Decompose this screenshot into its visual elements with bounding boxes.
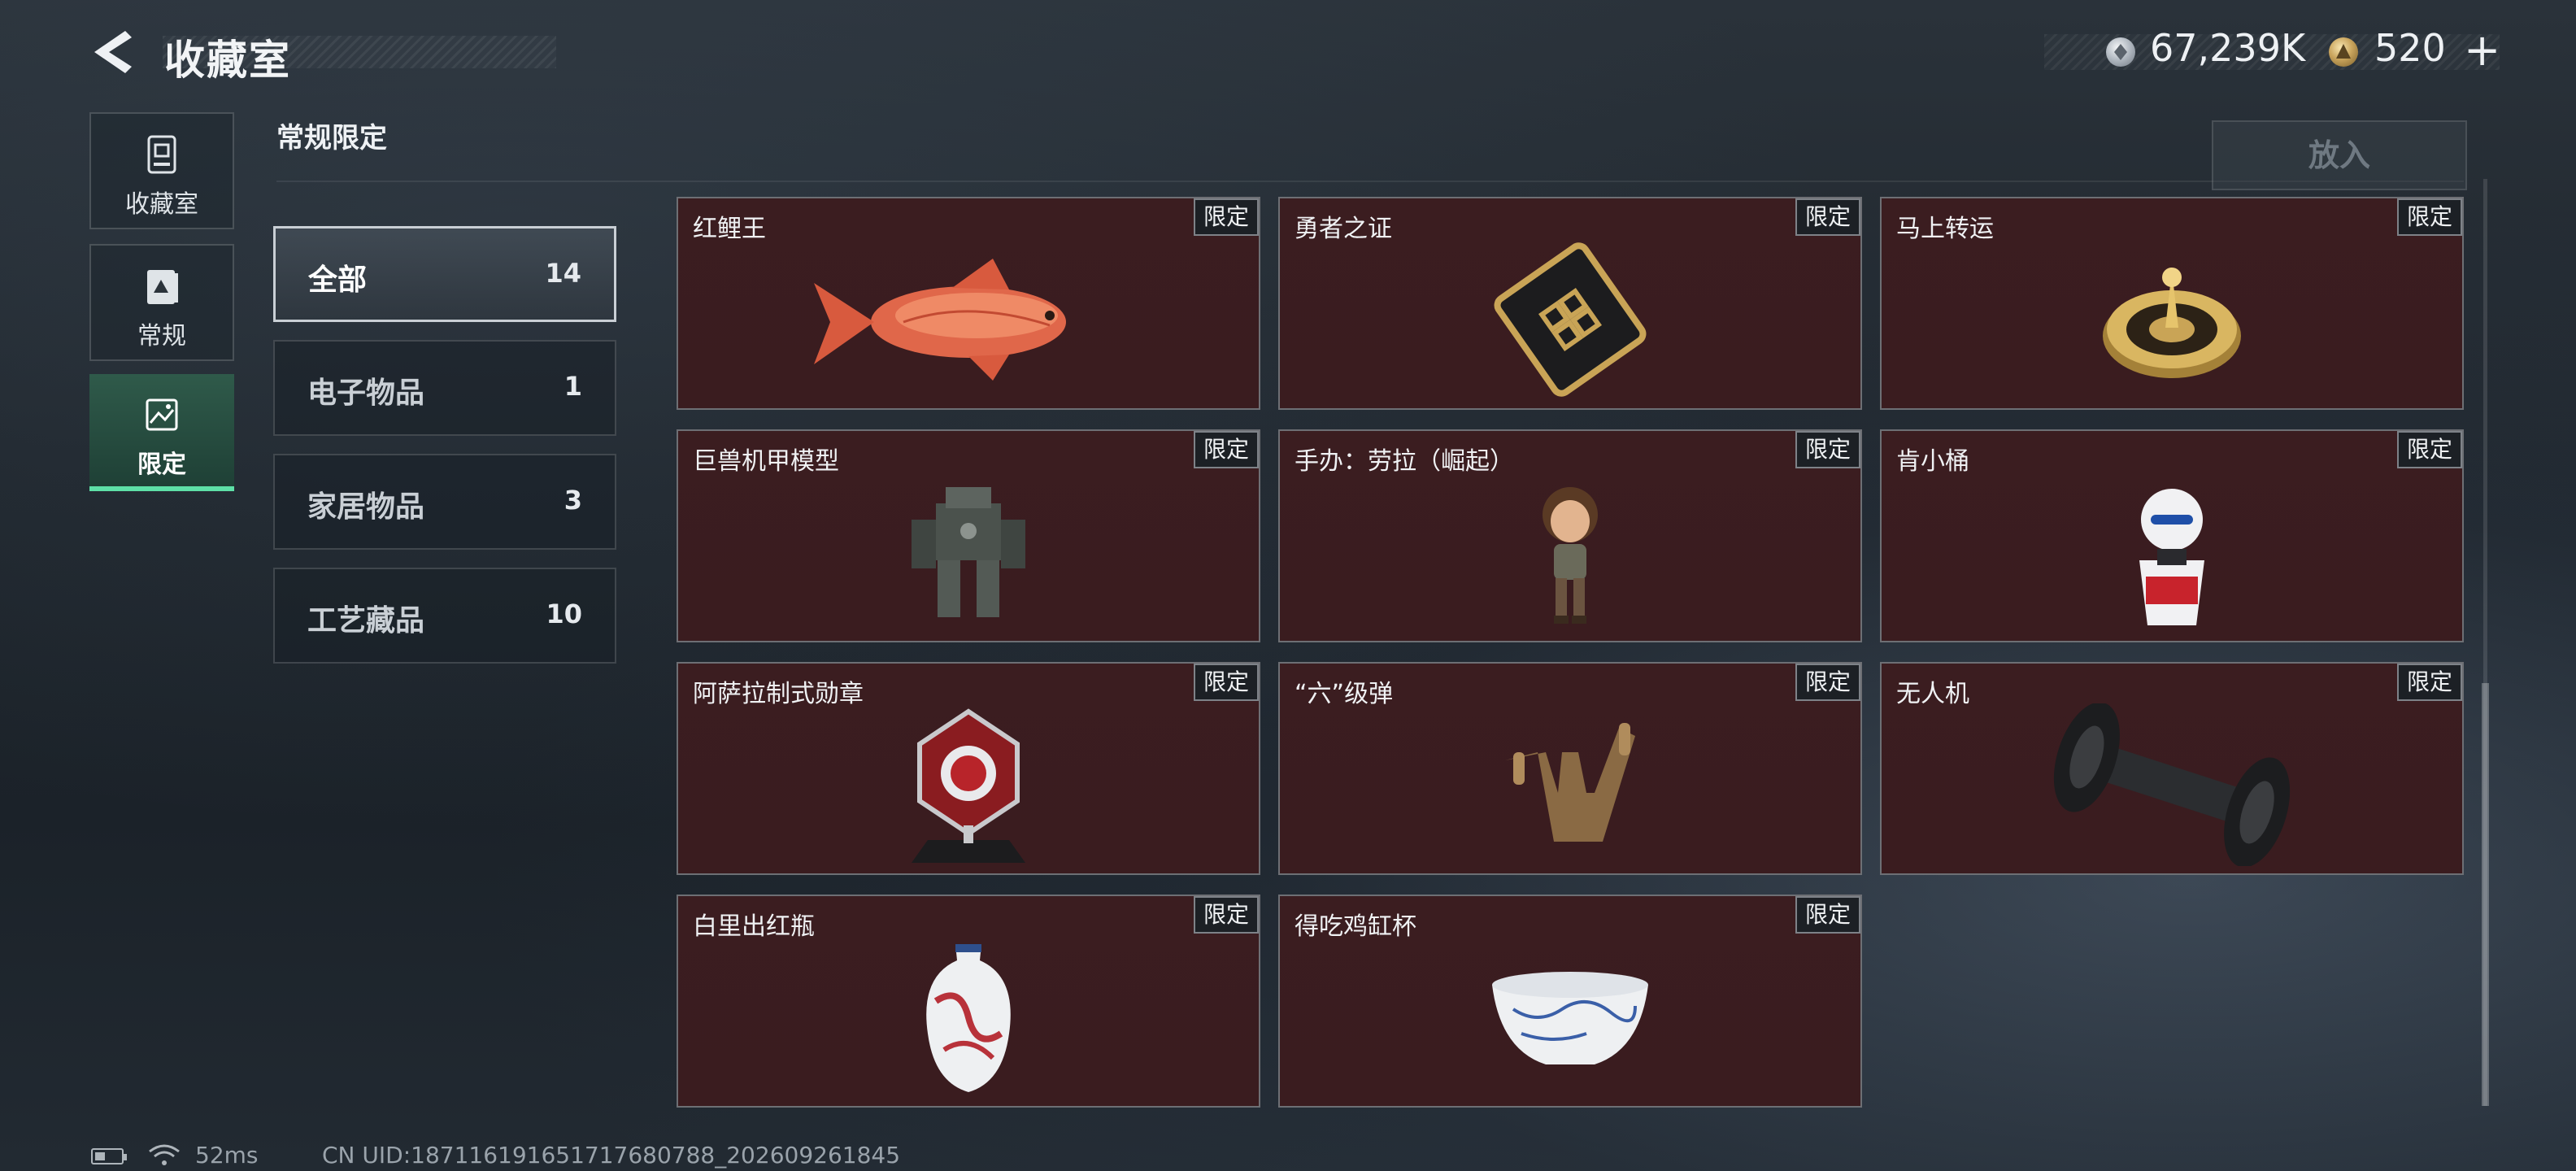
category-count: 1	[564, 371, 582, 402]
section-title: 常规限定	[276, 122, 387, 155]
drone-icon	[2053, 703, 2291, 866]
item-card-six-level-bullet[interactable]: “六”级弹 限定	[1278, 662, 1862, 875]
nav-label: 常规	[137, 322, 186, 350]
category-crafts[interactable]: 工艺藏品 10	[273, 568, 616, 664]
category-electronics[interactable]: 电子物品 1	[273, 340, 616, 436]
page-title: 收藏室	[164, 37, 291, 84]
uid-label: CN UID:187116191651717680788_20260926184…	[322, 1142, 901, 1169]
put-in-button[interactable]: 放入	[2212, 120, 2467, 190]
item-card-mech-model[interactable]: 巨兽机甲模型 限定	[677, 429, 1260, 642]
regular-icon	[147, 270, 178, 304]
golden-compass-icon	[2103, 268, 2241, 378]
nav-label: 收藏室	[125, 190, 198, 219]
porcelain-cup-icon	[1492, 972, 1648, 1064]
nav-limited[interactable]: 限定	[89, 374, 234, 491]
back-button[interactable]	[89, 28, 135, 76]
item-card-lara-figure[interactable]: 手办：劳拉（崛起） 限定	[1278, 429, 1862, 642]
section-divider	[276, 181, 2464, 182]
lara-figure-icon	[1543, 487, 1598, 624]
item-card-drone[interactable]: 无人机 限定	[1880, 662, 2464, 875]
gold-currency-amount: 520	[2374, 26, 2446, 70]
category-all[interactable]: 全部 14	[273, 226, 616, 322]
add-currency-button[interactable]: +	[2464, 24, 2500, 76]
category-count: 3	[564, 485, 582, 516]
scrollbar-thumb[interactable]	[2482, 683, 2489, 1106]
category-name: 家居物品	[307, 490, 425, 524]
porcelain-vase-icon	[926, 944, 1011, 1092]
item-card-porcelain-vase[interactable]: 白里出红瓶 限定	[677, 895, 1260, 1108]
item-card-kfc-bucket[interactable]: 肯小桶 限定	[1880, 429, 2464, 642]
wifi-icon	[146, 1142, 182, 1168]
item-card-asara-medal[interactable]: 阿萨拉制式勋章 限定	[677, 662, 1260, 875]
medal-icon	[912, 708, 1025, 863]
kfc-figure-icon	[2139, 489, 2204, 625]
battery-icon	[91, 1148, 127, 1164]
nav-collection-room[interactable]: 收藏室	[89, 112, 234, 229]
nav-regular[interactable]: 常规	[89, 244, 234, 361]
category-count: 14	[545, 258, 581, 289]
limited-icon	[146, 398, 178, 431]
category-name: 电子物品	[307, 377, 425, 410]
silver-coin-icon	[2106, 37, 2135, 67]
item-card-porcelain-cup[interactable]: 得吃鸡缸杯 限定	[1278, 895, 1862, 1108]
bullet-hand-icon	[1505, 723, 1635, 842]
nav-active-indicator	[89, 486, 234, 491]
collection-room-icon	[147, 135, 176, 174]
mech-model-icon	[912, 487, 1025, 617]
back-arrow-icon	[94, 31, 132, 73]
gold-coin-icon	[2329, 37, 2358, 67]
red-carp-icon	[814, 259, 1066, 381]
ping-label: 52ms	[195, 1142, 259, 1169]
item-card-hero-proof[interactable]: 勇者之证 限定	[1278, 197, 1862, 410]
category-name: 工艺藏品	[307, 604, 425, 638]
category-household[interactable]: 家居物品 3	[273, 454, 616, 550]
silver-currency-amount: 67,239K	[2150, 26, 2306, 70]
hero-card-icon	[1494, 242, 1647, 397]
item-card-lucky-compass[interactable]: 马上转运 限定	[1880, 197, 2464, 410]
nav-label: 限定	[137, 451, 186, 479]
item-card-red-carp[interactable]: 红鲤王 限定	[677, 197, 1260, 410]
category-name: 全部	[308, 263, 368, 297]
category-count: 10	[546, 599, 582, 629]
